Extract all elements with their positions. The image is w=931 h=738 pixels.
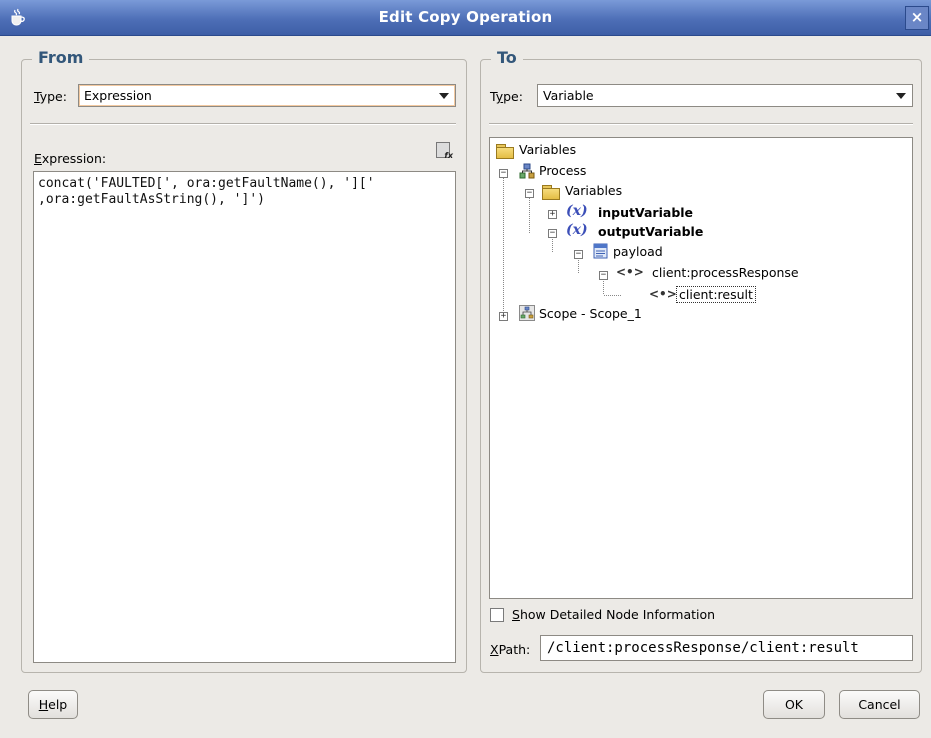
from-type-value: Expression (84, 88, 152, 103)
collapse-icon[interactable]: − (525, 189, 534, 198)
scope-icon (519, 305, 535, 321)
show-detailed-checkbox[interactable] (490, 608, 504, 622)
expression-line: concat('FAULTED[', ora:getFaultName(), '… (38, 176, 383, 191)
xpath-input[interactable]: /client:processResponse/client:result (540, 635, 913, 661)
chevron-down-icon (896, 93, 906, 99)
xpath-label: XPath: (490, 642, 531, 657)
collapse-icon[interactable]: − (499, 169, 508, 178)
from-type-select[interactable]: Expression (78, 84, 456, 107)
variable-tree[interactable]: Variables − Process − Variables + (x) in… (489, 137, 913, 599)
message-part-icon (593, 243, 608, 259)
tree-item-result-label: client:result (676, 286, 756, 303)
chevron-down-icon (439, 93, 449, 99)
tree-item-result[interactable]: client:result (676, 286, 756, 304)
tree-item-variables[interactable]: Variables (565, 182, 622, 200)
tree-item-input-variable[interactable]: inputVariable (598, 204, 693, 222)
expression-editor[interactable]: concat('FAULTED[', ora:getFaultName(), '… (33, 171, 456, 663)
from-type-label: Type: (34, 89, 67, 104)
to-separator (489, 123, 913, 125)
dialog-title: Edit Copy Operation (378, 8, 553, 26)
ok-button[interactable]: OK (763, 690, 825, 719)
expression-label: Expression: (34, 151, 107, 166)
tree-item-payload[interactable]: payload (613, 243, 663, 261)
title-bar: Edit Copy Operation × (0, 0, 931, 36)
expand-icon[interactable]: + (499, 312, 508, 321)
folder-icon (542, 185, 560, 200)
tree-item-process-response[interactable]: client:processResponse (652, 264, 799, 282)
variable-icon: (x) (566, 222, 588, 238)
close-button[interactable]: × (905, 6, 929, 30)
expression-builder-icon[interactable]: fx (436, 142, 453, 160)
variable-icon: (x) (566, 203, 588, 219)
element-icon: <•> (649, 287, 677, 301)
tree-item-output-variable[interactable]: outputVariable (598, 223, 703, 241)
from-separator (30, 123, 456, 125)
to-group-title: To (491, 48, 523, 67)
tree-item-variables-root[interactable]: Variables (519, 141, 576, 159)
show-detailed-label: Show Detailed Node Information (512, 607, 716, 622)
tree-connector (529, 193, 530, 233)
element-icon: <•> (616, 265, 644, 279)
tree-item-scope[interactable]: Scope - Scope_1 (539, 305, 642, 323)
tree-connector (604, 295, 621, 296)
tree-connector (503, 174, 504, 321)
tree-item-process[interactable]: Process (539, 162, 586, 180)
to-type-value: Variable (543, 88, 594, 103)
cancel-button[interactable]: Cancel (839, 690, 920, 719)
process-icon (519, 163, 535, 179)
help-button[interactable]: Help (28, 690, 78, 719)
collapse-icon[interactable]: − (548, 229, 557, 238)
expand-icon[interactable]: + (548, 210, 557, 219)
to-type-select[interactable]: Variable (537, 84, 913, 107)
expression-line: ,ora:getFaultAsString(), ']') (38, 192, 265, 207)
to-type-label: Type: (490, 89, 523, 104)
collapse-icon[interactable]: − (574, 250, 583, 259)
from-group-title: From (32, 48, 90, 67)
folder-icon (496, 144, 514, 159)
collapse-icon[interactable]: − (599, 271, 608, 280)
